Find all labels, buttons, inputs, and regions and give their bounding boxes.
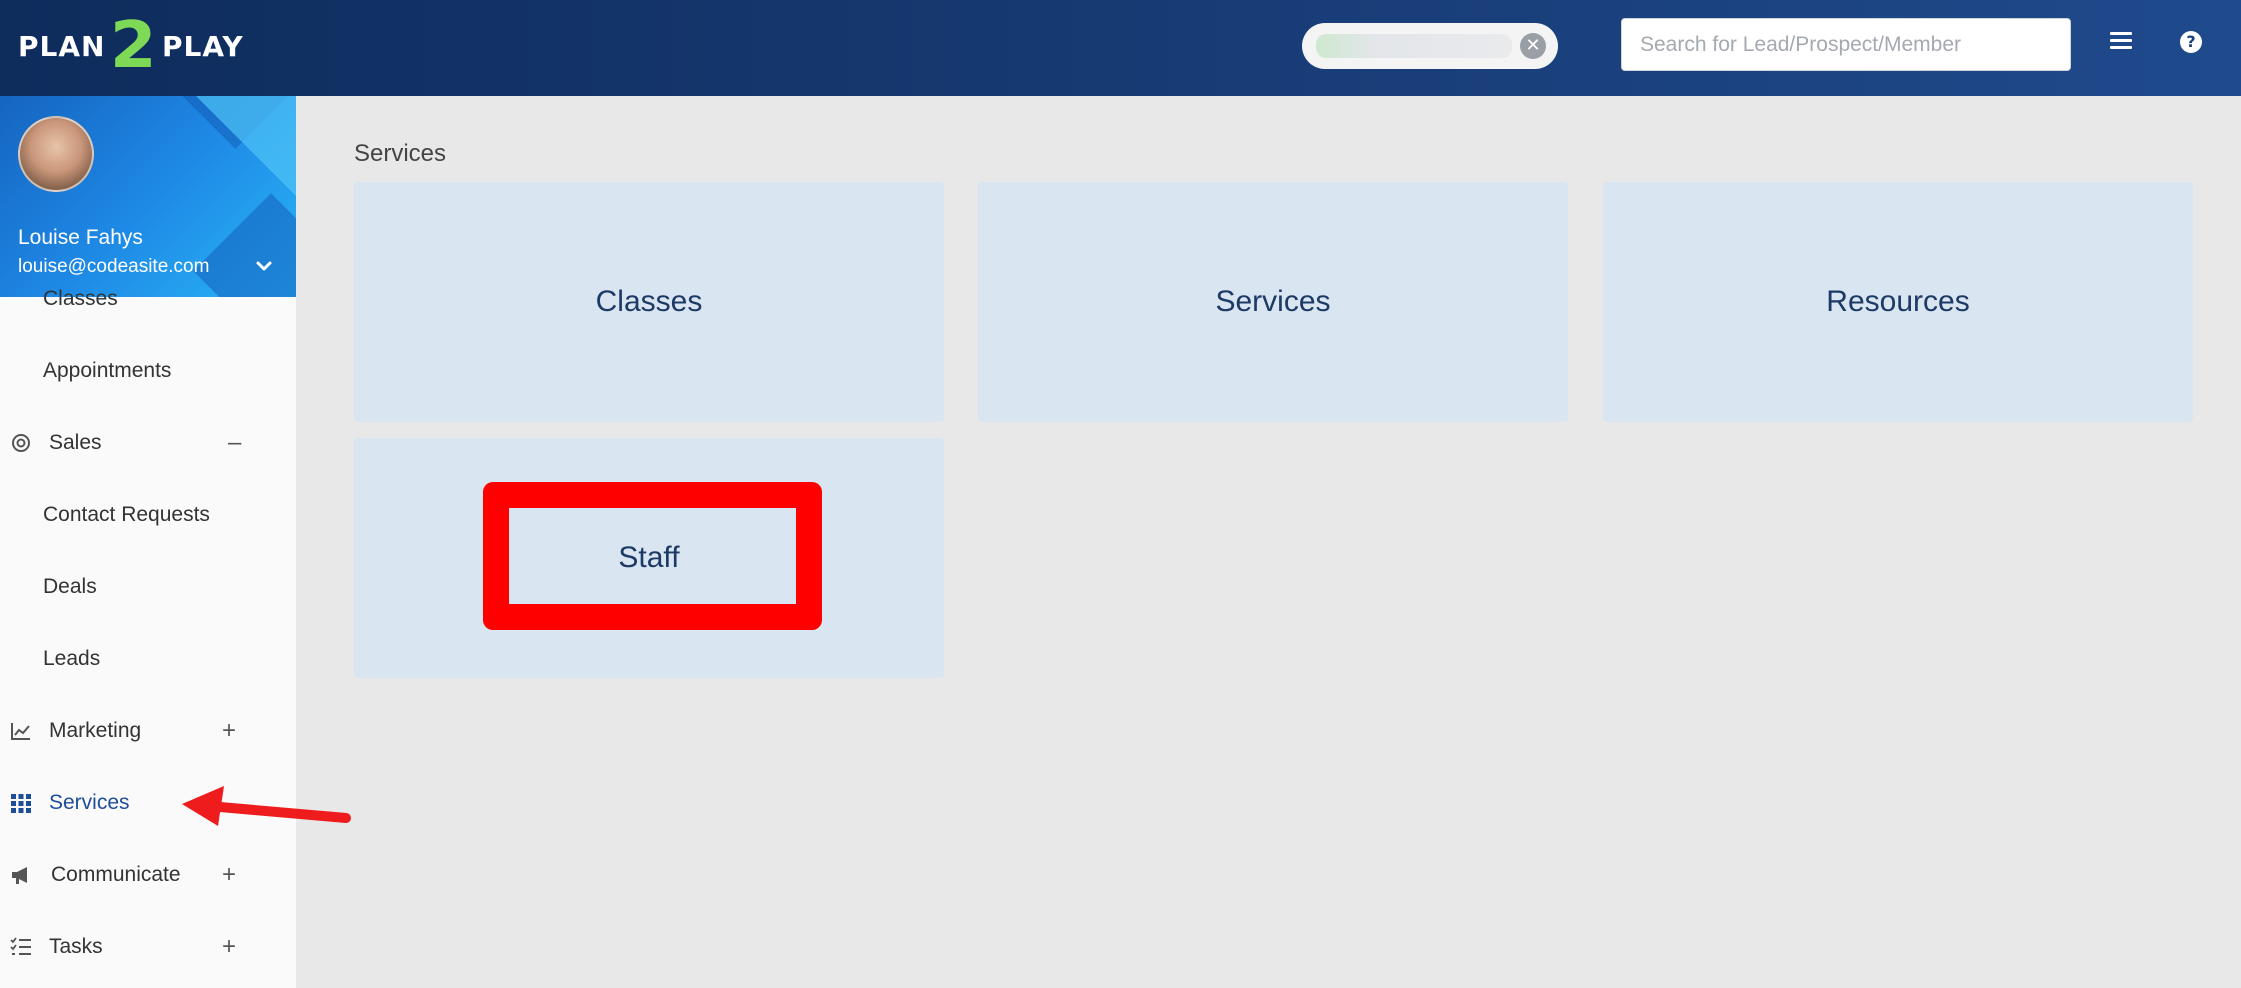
logo[interactable]: PLAN 2 PLAY	[18, 14, 244, 78]
sidebar-item-sales[interactable]: Sales –	[0, 413, 296, 473]
search-input[interactable]	[1621, 18, 2071, 71]
sidebar-item-marketing[interactable]: Marketing +	[0, 701, 296, 761]
sidebar-menu: Classes Appointments Sales – Contact Req…	[0, 287, 296, 988]
collapse-icon[interactable]: –	[228, 429, 241, 457]
sidebar-item-leads[interactable]: Leads	[0, 629, 296, 689]
target-icon	[12, 434, 30, 452]
close-icon[interactable]: ✕	[1520, 33, 1546, 59]
sidebar-item-communicate[interactable]: Communicate +	[0, 845, 296, 905]
annotation-arrow-icon	[182, 786, 351, 826]
top-bar: PLAN 2 PLAY ✕ ?	[0, 0, 2241, 96]
tile-services[interactable]: Services	[978, 182, 1568, 422]
sidebar-item-contact-requests[interactable]: Contact Requests	[0, 485, 296, 545]
logo-two: 2	[110, 9, 158, 83]
hamburger-menu-icon[interactable]	[2110, 28, 2132, 68]
sidebar-item-appointments[interactable]: Appointments	[0, 341, 296, 401]
megaphone-icon	[12, 867, 27, 884]
checklist-icon	[10, 937, 31, 955]
tile-label: Classes	[595, 285, 703, 318]
chart-icon	[11, 723, 30, 740]
tile-label: Services	[1215, 285, 1331, 318]
page-title: Services	[354, 140, 447, 167]
avatar	[18, 116, 94, 192]
expand-icon[interactable]: +	[222, 717, 236, 745]
sidebar-item-deals[interactable]: Deals	[0, 557, 296, 617]
logo-plan: PLAN	[18, 29, 106, 63]
sidebar-item-classes[interactable]: Classes	[0, 269, 296, 329]
expand-icon[interactable]: +	[222, 861, 236, 889]
sidebar: Louise Fahys louise@codeasite.com Classe…	[0, 96, 296, 988]
tile-label: Resources	[1826, 285, 1970, 318]
grid-icon	[11, 794, 31, 813]
location-chip-value	[1316, 34, 1512, 58]
logo-play: PLAY	[162, 29, 244, 63]
tile-classes[interactable]: Classes	[354, 182, 944, 422]
profile-card: Louise Fahys louise@codeasite.com	[0, 96, 296, 297]
help-icon[interactable]: ?	[2180, 31, 2202, 53]
expand-icon[interactable]: +	[222, 933, 236, 961]
tile-resources[interactable]: Resources	[1603, 182, 2193, 422]
highlight-box	[483, 482, 822, 630]
location-chip[interactable]: ✕	[1302, 23, 1558, 69]
sidebar-item-tasks[interactable]: Tasks +	[0, 917, 296, 977]
user-name: Louise Fahys	[18, 226, 143, 249]
